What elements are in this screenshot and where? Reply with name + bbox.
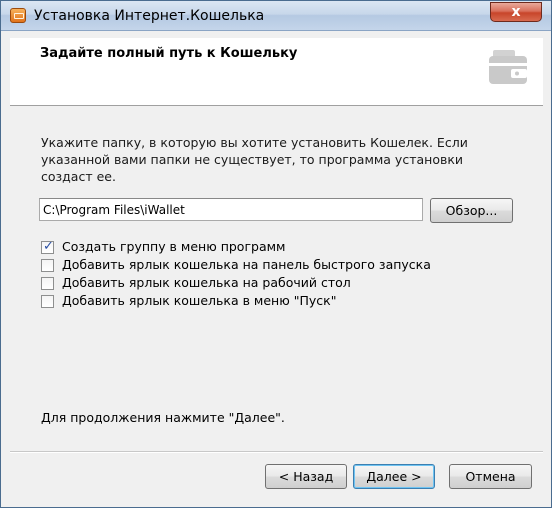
checkbox[interactable] (41, 295, 54, 308)
cancel-button[interactable]: Отмена (449, 464, 532, 489)
window-title: Установка Интернет.Кошелька (34, 8, 265, 24)
checkbox[interactable]: ✓ (41, 239, 54, 254)
installer-window: Установка Интернет.Кошелька x Задайте по… (0, 0, 552, 508)
option-label: Добавить ярлык кошелька на панель быстро… (62, 257, 431, 272)
wallet-app-icon (10, 8, 26, 23)
checkbox[interactable] (41, 277, 54, 290)
wallet-icon (489, 50, 527, 84)
divider (10, 451, 543, 453)
header-band: Задайте полный путь к Кошельку (10, 38, 543, 106)
back-button[interactable]: < Назад (265, 464, 347, 489)
next-button[interactable]: Далее > (353, 464, 435, 489)
page-title: Задайте полный путь к Кошельку (40, 46, 298, 61)
close-icon: x (511, 4, 521, 20)
checkbox[interactable] (41, 259, 54, 272)
checkmark-icon: ✓ (43, 239, 54, 254)
option-label: Создать группу в меню программ (62, 239, 286, 254)
browse-button[interactable]: Обзор... (430, 198, 513, 223)
install-path-input[interactable] (39, 198, 423, 221)
instructions-text: Укажите папку, в которую вы хотите устан… (41, 135, 468, 184)
continue-hint: Для продолжения нажмите "Далее". (41, 410, 285, 425)
title-bar[interactable]: Установка Интернет.Кошелька x (1, 1, 551, 31)
option-label: Добавить ярлык кошелька в меню "Пуск" (62, 293, 337, 308)
option-label: Добавить ярлык кошелька на рабочий стол (62, 275, 351, 290)
close-button[interactable]: x (490, 2, 542, 22)
